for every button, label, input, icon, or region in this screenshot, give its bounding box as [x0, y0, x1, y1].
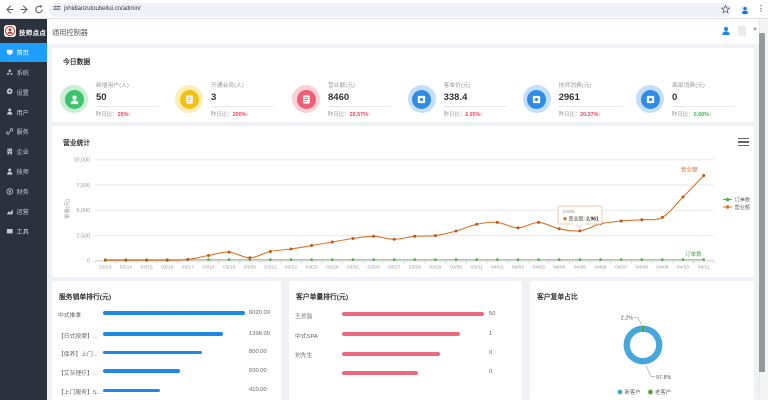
svg-text:03/16: 03/16	[161, 264, 174, 270]
svg-text:03/29: 03/29	[429, 264, 442, 270]
svg-text:03/26: 03/26	[367, 264, 380, 270]
svg-text:7,500: 7,500	[77, 183, 91, 189]
svg-text:0: 0	[87, 259, 90, 265]
svg-text:03/17: 03/17	[182, 264, 195, 270]
svg-text:04/07: 04/07	[615, 264, 628, 270]
svg-text:营业额: 2,961: 营业额: 2,961	[569, 216, 600, 223]
svg-text:03/30: 03/30	[450, 264, 463, 270]
svg-text:04/11: 04/11	[698, 264, 710, 270]
svg-text:03/22: 03/22	[285, 264, 298, 270]
svg-text:03/23: 03/23	[305, 264, 318, 270]
svg-text:老客户: 老客户	[655, 388, 671, 396]
svg-text:03/18: 03/18	[202, 264, 215, 270]
svg-text:04/02: 04/02	[512, 264, 525, 270]
svg-text:03/15: 03/15	[140, 264, 153, 270]
svg-text:04/05: 04/05	[563, 209, 576, 215]
svg-text:04/04: 04/04	[553, 264, 566, 270]
svg-text:03/21: 03/21	[264, 264, 277, 270]
svg-text:04/05: 04/05	[574, 264, 587, 270]
svg-text:订单数: 订单数	[685, 250, 702, 258]
svg-text:04/08: 04/08	[636, 264, 649, 270]
svg-text:2.2%: 2.2%	[621, 316, 633, 322]
svg-text:10,000: 10,000	[74, 158, 91, 164]
svg-text:04/09: 04/09	[656, 264, 669, 270]
svg-text:03/19: 03/19	[223, 264, 236, 270]
svg-text:03/20: 03/20	[244, 264, 257, 270]
svg-text:03/25: 03/25	[347, 264, 360, 270]
svg-text:03/31: 03/31	[471, 264, 484, 270]
svg-text:03/14: 03/14	[120, 264, 133, 270]
svg-text:订单数: 订单数	[735, 196, 751, 204]
svg-text:单量(元): 单量(元)	[63, 199, 71, 219]
svg-text:营业额: 营业额	[735, 203, 751, 211]
svg-text:97.8%: 97.8%	[656, 375, 671, 381]
svg-text:03/28: 03/28	[409, 264, 422, 270]
svg-text:5,000: 5,000	[77, 208, 91, 214]
svg-text:04/06: 04/06	[594, 264, 607, 270]
svg-text:03/13: 03/13	[99, 264, 112, 270]
svg-text:04/01: 04/01	[491, 264, 504, 270]
svg-text:03/24: 03/24	[326, 264, 339, 270]
svg-text:2,500: 2,500	[77, 233, 91, 239]
svg-text:新客户: 新客户	[625, 388, 641, 396]
svg-text:03/27: 03/27	[388, 264, 401, 270]
svg-text:04/10: 04/10	[677, 264, 690, 270]
svg-text:04/03: 04/03	[532, 264, 545, 270]
svg-text:营业额: 营业额	[681, 166, 698, 174]
